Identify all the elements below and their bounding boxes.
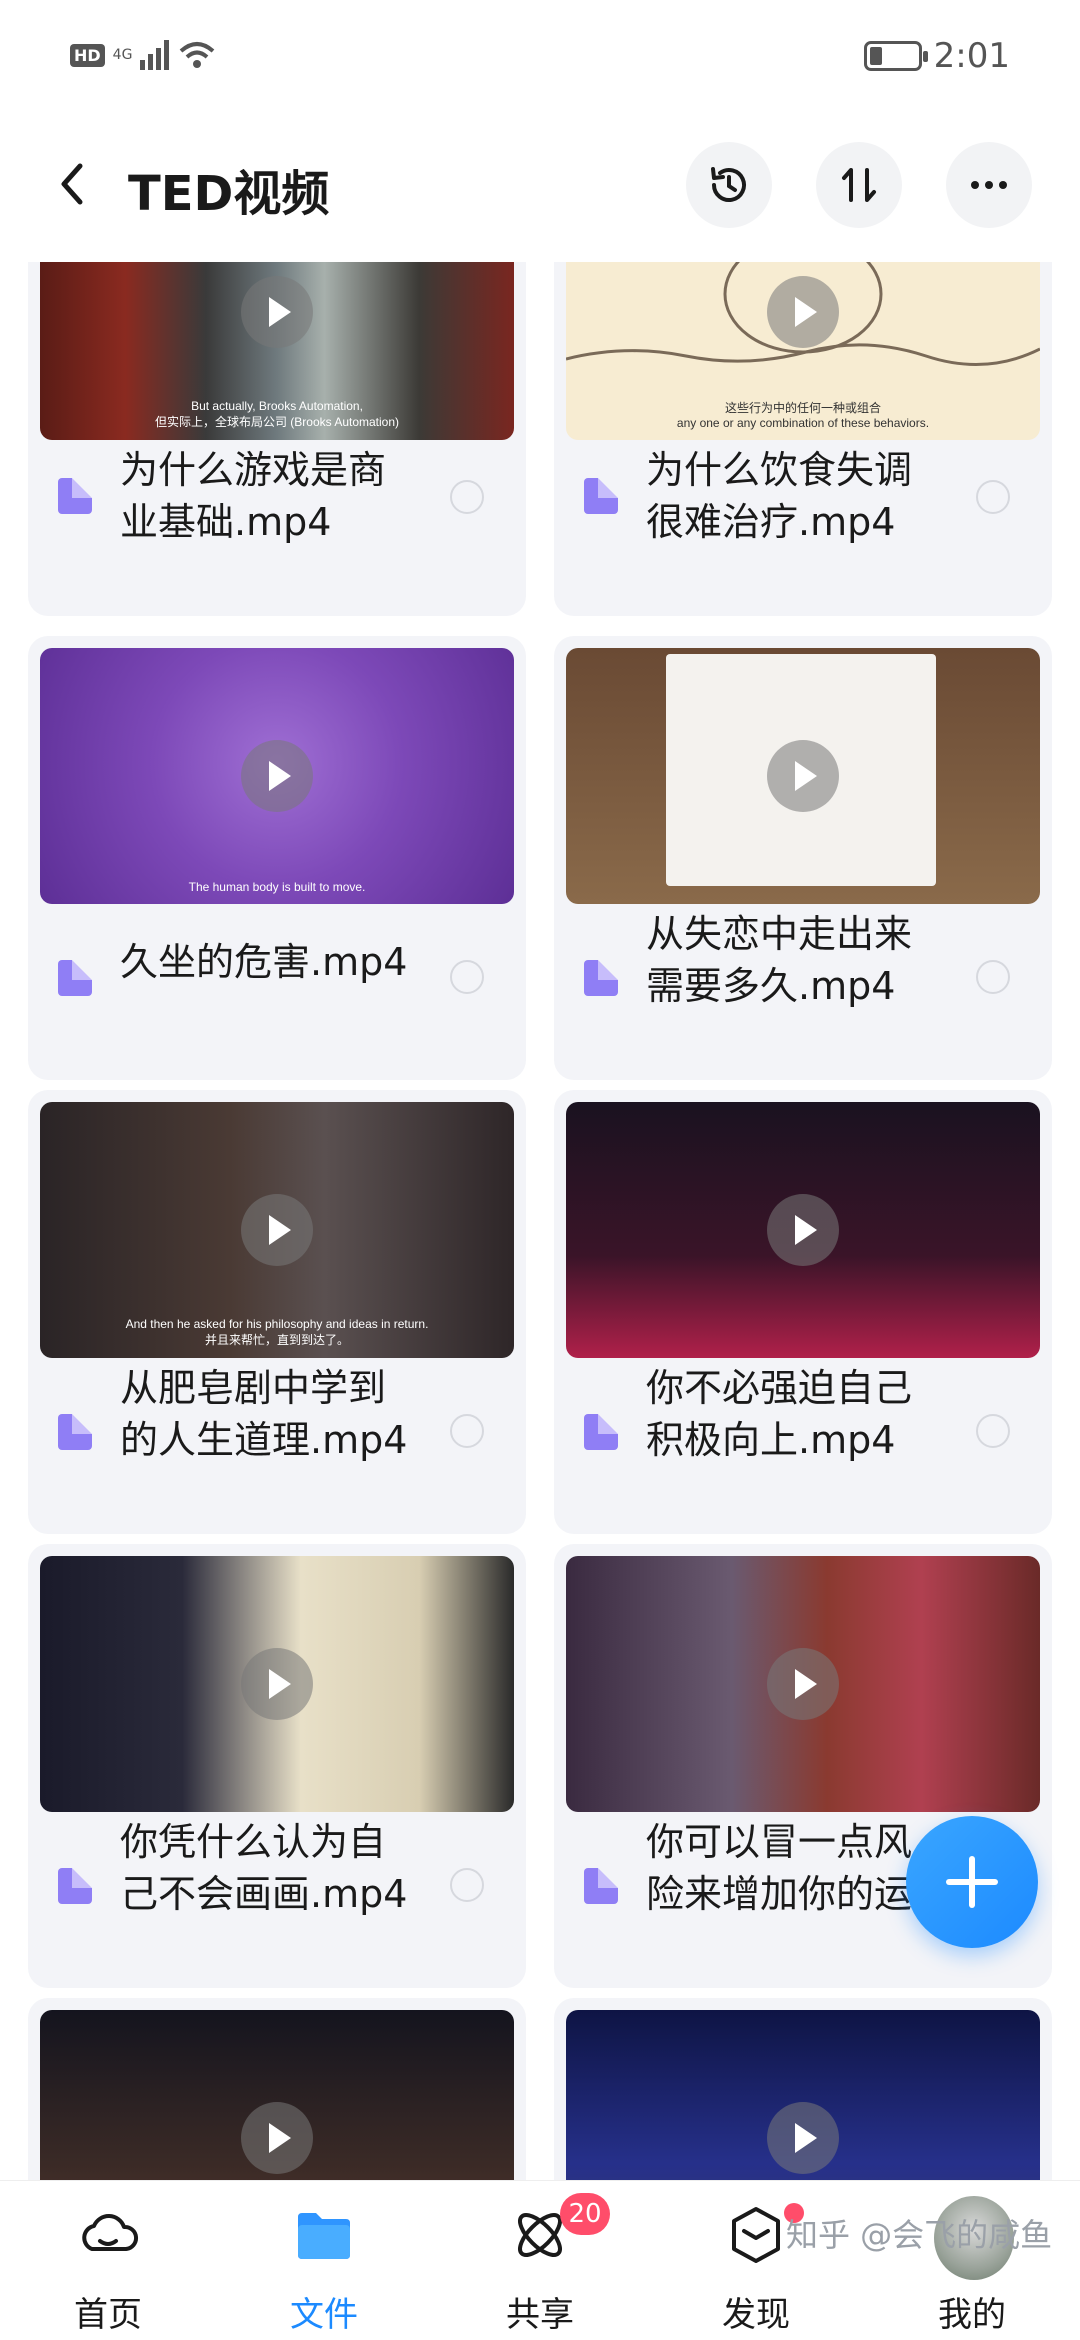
nav-home[interactable]: 首页: [0, 2181, 216, 2340]
add-button[interactable]: [906, 1816, 1038, 1948]
select-checkbox[interactable]: [976, 1414, 1010, 1448]
select-checkbox[interactable]: [450, 1868, 484, 1902]
video-file-icon: [58, 960, 92, 996]
play-icon: [241, 2102, 313, 2174]
video-thumbnail: 这些行为中的任何一种或组合 any one or any combination…: [566, 262, 1040, 440]
nav-share[interactable]: 20 共享: [432, 2181, 648, 2340]
play-icon: [241, 1648, 313, 1720]
file-name: 为什么饮食失调 很难治疗.mp4: [646, 448, 913, 544]
file-name: 从失恋中走出来 需要多久.mp4: [646, 912, 913, 1008]
video-file-icon: [584, 1414, 618, 1450]
nav-discover-label: 发现: [722, 2295, 790, 2335]
play-icon: [767, 1648, 839, 1720]
page-title: TED视频: [128, 166, 330, 222]
nav-home-label: 首页: [74, 2295, 142, 2335]
play-icon: [241, 740, 313, 812]
folder-icon: [298, 2213, 350, 2259]
battery-icon: [863, 41, 928, 71]
play-icon: [241, 276, 313, 348]
video-file-icon: [58, 1868, 92, 1904]
play-icon: [241, 1194, 313, 1266]
status-right: 2:01: [863, 36, 1010, 76]
video-thumbnail: [40, 2010, 514, 2180]
home-cloud-icon: [82, 2214, 139, 2251]
history-icon: [711, 167, 746, 202]
file-card[interactable]: 你凭什么认为自 己不会画画.mp4: [28, 1544, 526, 1988]
file-card[interactable]: [554, 1998, 1052, 2180]
play-icon: [767, 276, 839, 348]
file-card[interactable]: But actually, Brooks Automation, 但实际上，全球…: [28, 262, 526, 616]
nav-discover[interactable]: 发现: [648, 2181, 864, 2340]
file-card[interactable]: 从失恋中走出来 需要多久.mp4: [554, 636, 1052, 1080]
more-button[interactable]: [946, 142, 1032, 228]
video-file-icon: [584, 960, 618, 996]
bottom-nav: 首页 文件 20 共享 发现 我的: [0, 2180, 1080, 2340]
wifi-icon: [180, 42, 215, 68]
file-card[interactable]: [28, 1998, 526, 2180]
more-icon: [971, 181, 1007, 189]
thumbnail-caption: And then he asked for his philosophy and…: [125, 1317, 429, 1347]
file-card[interactable]: The human body is built to move. 久坐的危害.m…: [28, 636, 526, 1080]
video-thumbnail: The human body is built to move.: [40, 648, 514, 904]
video-file-icon: [584, 478, 618, 514]
header: TED视频: [0, 130, 1080, 240]
status-left: HD 4G: [70, 40, 217, 70]
select-checkbox[interactable]: [976, 480, 1010, 514]
video-thumbnail: [566, 2010, 1040, 2180]
status-bar: HD 4G 2:01: [0, 0, 1080, 120]
file-name: 你凭什么认为自 己不会画画.mp4: [120, 1820, 408, 1916]
file-name: 你不必强迫自己 积极向上.mp4: [646, 1366, 913, 1462]
video-thumbnail: [40, 1556, 514, 1812]
file-card[interactable]: 你不必强迫自己 积极向上.mp4: [554, 1090, 1052, 1534]
video-file-icon: [58, 478, 92, 514]
play-icon: [767, 2102, 839, 2174]
select-checkbox[interactable]: [450, 1414, 484, 1448]
file-name: 久坐的危害.mp4: [120, 940, 408, 984]
video-thumbnail: [566, 648, 1040, 904]
thumbnail-caption: The human body is built to move.: [188, 880, 366, 894]
video-file-icon: [584, 1868, 618, 1904]
share-badge: 20: [560, 2193, 610, 2235]
file-name: 从肥皂剧中学到 的人生道理.mp4: [120, 1366, 408, 1462]
signal-icon: [140, 40, 170, 70]
sort-icon: [842, 168, 876, 202]
video-thumbnail: And then he asked for his philosophy and…: [40, 1102, 514, 1358]
video-file-icon: [58, 1414, 92, 1450]
select-checkbox[interactable]: [976, 960, 1010, 994]
discover-box-icon: [732, 2207, 780, 2263]
back-arrow-icon[interactable]: [50, 156, 94, 212]
nav-files-label: 文件: [290, 2295, 358, 2335]
thumbnail-caption: But actually, Brooks Automation, 但实际上，全球…: [154, 399, 400, 429]
file-name: 为什么游戏是商 业基础.mp4: [120, 448, 387, 544]
watermark: 知乎 @会飞的咸鱼: [786, 2216, 1053, 2254]
nav-profile-label: 我的: [938, 2295, 1006, 2335]
select-checkbox[interactable]: [450, 480, 484, 514]
select-checkbox[interactable]: [450, 960, 484, 994]
hd-indicator: HD: [70, 43, 105, 67]
nav-files[interactable]: 文件: [216, 2181, 432, 2340]
nav-share-label: 共享: [506, 2295, 574, 2335]
file-card[interactable]: And then he asked for his philosophy and…: [28, 1090, 526, 1534]
history-button[interactable]: [686, 142, 772, 228]
video-thumbnail: But actually, Brooks Automation, 但实际上，全球…: [40, 262, 514, 440]
play-icon: [767, 740, 839, 812]
network-type: 4G: [112, 47, 133, 63]
thumbnail-caption: 这些行为中的任何一种或组合 any one or any combination…: [676, 401, 930, 430]
play-icon: [767, 1194, 839, 1266]
video-thumbnail: [566, 1556, 1040, 1812]
video-thumbnail: [566, 1102, 1040, 1358]
sort-button[interactable]: [816, 142, 902, 228]
status-time: 2:01: [933, 36, 1010, 76]
file-card[interactable]: 这些行为中的任何一种或组合 any one or any combination…: [554, 262, 1052, 616]
